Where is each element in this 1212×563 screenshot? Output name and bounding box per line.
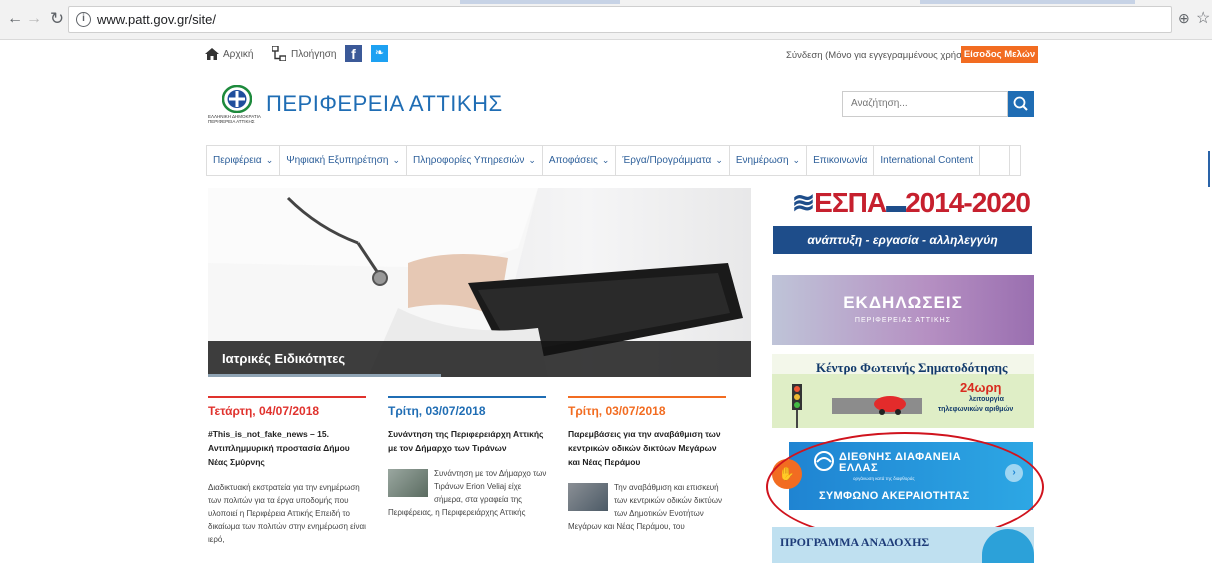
chevron-down-icon: ⌄ xyxy=(392,155,400,165)
news-accent-line xyxy=(568,396,726,398)
nav-item[interactable]: Επικοινωνία xyxy=(807,146,875,175)
chevron-down-icon: ⌄ xyxy=(528,155,536,165)
slider-progress xyxy=(208,374,442,377)
search-box[interactable] xyxy=(842,91,1008,117)
chevron-down-icon: ⌄ xyxy=(265,155,274,165)
nav-item-label: Επικοινωνία xyxy=(813,155,868,166)
info-icon[interactable]: i xyxy=(76,12,91,27)
web-page: Αρχική Πλοήγηση f ❧ Σύνδεση (Μόνο για εγ… xyxy=(0,41,1212,563)
news-date: Τρίτη, 03/07/2018 xyxy=(388,404,486,418)
news-excerpt: Την αναβάθμιση και επισκευή των κεντρικώ… xyxy=(568,481,728,533)
search-button[interactable] xyxy=(1008,91,1034,117)
events-subtitle: ΠΕΡΙΦΕΡΕΙΑΣ ΑΤΤΙΚΗΣ xyxy=(854,317,952,324)
chevron-down-icon: ⌄ xyxy=(601,155,610,165)
tab-strip-edge xyxy=(920,0,1135,4)
adoption-figure-icon xyxy=(982,529,1034,563)
nav-item[interactable]: Ψηφιακή Εξυπηρέτηση ⌄ xyxy=(280,146,407,175)
news-date: Τρίτη, 03/07/2018 xyxy=(568,404,666,418)
espa-years: 2014-2020 xyxy=(905,187,1031,218)
events-title: ΕΚΔΗΛΩΣΕΙΣ xyxy=(843,293,963,312)
lights-hours: 24ωρη xyxy=(960,380,1002,395)
slider-caption-bar: Ιατρικές Ειδικότητες xyxy=(208,341,751,377)
news-excerpt: Συνάντηση με τον Δήμαρχο των Τιράνων Eri… xyxy=(388,467,548,519)
bookmark-star-icon[interactable]: ☆ xyxy=(1196,8,1210,28)
slider-caption[interactable]: Ιατρικές Ειδικότητες xyxy=(222,351,345,366)
news-title[interactable]: #This_is_not_fake_news – 15. Αντιπλημμυρ… xyxy=(208,427,368,469)
news-title[interactable]: Συνάντηση της Περιφερειάρχη Αττικής με τ… xyxy=(388,427,548,455)
search-input[interactable] xyxy=(851,98,1001,109)
tab-strip-edge xyxy=(460,0,620,4)
espa-logo: ≋ΕΣΠΑ▬2014-2020 xyxy=(772,186,1034,219)
home-icon[interactable] xyxy=(205,48,219,60)
main-navigation: Περιφέρεια ⌄ Ψηφιακή Εξυπηρέτηση ⌄ Πληροφορί… xyxy=(206,145,1021,176)
news-thumbnail[interactable] xyxy=(388,469,428,497)
lights-subtitle: λειτουργία xyxy=(969,396,1004,403)
espa-title: ΕΣΠΑ xyxy=(814,187,887,218)
nav-item-label: Ενημέρωση xyxy=(735,155,789,166)
nav-item-label: Πληροφορίες Υπηρεσιών xyxy=(413,155,525,166)
logo-title: ΠΕΡΙΦΕΡΕΙΑ ΑΤΤΙΚΗΣ xyxy=(266,91,503,116)
news-title[interactable]: Παρεμβάσεις για την αναβάθμιση των κεντρ… xyxy=(568,427,728,469)
news-item: Τετάρτη, 04/07/2018 #This_is_not_fake_new… xyxy=(208,396,368,546)
news-item: Τρίτη, 03/07/2018 Παρεμβάσεις για την ανα… xyxy=(568,396,728,533)
traffic-lights-banner[interactable]: Κέντρο Φωτεινής Σηματοδότησης 24ωρη λειτ… xyxy=(772,354,1034,428)
espa-banner[interactable]: ≋ΕΣΠΑ▬2014-2020 ανάπτυξη - εργασία - αλλ… xyxy=(772,186,1034,258)
nav-item[interactable]: Πληροφορίες Υπηρεσιών ⌄ xyxy=(407,146,543,175)
chevron-down-icon: ⌄ xyxy=(715,155,723,165)
scroll-indicator[interactable] xyxy=(1208,151,1210,187)
espa-swoosh-icon: ≋ xyxy=(791,187,815,218)
news-thumbnail[interactable] xyxy=(568,483,608,511)
nav-item-label: Ψηφιακή Εξυπηρέτηση xyxy=(286,155,389,166)
highlight-annotation xyxy=(766,432,1044,542)
nav-item[interactable]: Περιφέρεια ⌄ xyxy=(207,146,281,175)
news-date: Τετάρτη, 04/07/2018 xyxy=(208,404,320,418)
facebook-icon[interactable]: f xyxy=(345,45,362,62)
nav-item[interactable]: Έργα/Προγράμματα ⌄ xyxy=(616,146,730,175)
greek-emblem-icon xyxy=(222,85,252,113)
nav-item[interactable]: Αποφάσεις ⌄ xyxy=(543,146,617,175)
lights-title: Κέντρο Φωτεινής Σηματοδότησης xyxy=(816,360,1008,375)
lights-subtitle: τηλεφωνικών αριθμών xyxy=(938,406,1014,413)
home-link[interactable]: Αρχική xyxy=(223,49,253,60)
login-link[interactable]: Σύνδεση (Μόνο για εγγεγραμμένους χρήστες… xyxy=(786,50,978,61)
nav-spacer xyxy=(980,146,1011,175)
nav-item[interactable]: Ενημέρωση ⌄ xyxy=(730,146,808,175)
news-excerpt: Διαδικτυακή εκστρατεία για την ενημέρωση… xyxy=(208,481,368,546)
espa-subtitle: ανάπτυξη - εργασία - αλληλεγγύη xyxy=(773,226,1032,254)
address-bar[interactable]: i www.patt.gov.gr/site/ xyxy=(68,6,1172,33)
adoption-title: ΠΡΟΓΡΑΜΜΑ ΑΝΑΔΟΧΗΣ xyxy=(780,535,930,549)
news-accent-line xyxy=(208,396,366,398)
nav-item-label: Περιφέρεια xyxy=(213,155,262,166)
chevron-down-icon: ⌄ xyxy=(792,155,801,165)
zoom-icon[interactable]: ⊕ xyxy=(1178,10,1190,27)
sitemap-icon[interactable] xyxy=(272,46,286,61)
nav-item[interactable]: International Content xyxy=(874,146,981,175)
site-logo[interactable]: ΕΛΛΗΝΙΚΗ ΔΗΜΟΚΡΑΤΙΑ ΠΕΡΙΦΕΡΕΙΑ ΑΤΤΙΚΗΣ Π… xyxy=(208,85,568,131)
browser-toolbar: ← → ↻ i www.patt.gov.gr/site/ ⊕ ☆ xyxy=(0,0,1212,40)
url-text[interactable]: www.patt.gov.gr/site/ xyxy=(97,12,216,27)
nav-item-label: International Content xyxy=(880,155,974,166)
twitter-icon[interactable]: ❧ xyxy=(371,45,388,62)
news-excerpt-text: Διαδικτυακή εκστρατεία για την ενημέρωση… xyxy=(208,483,366,544)
sitemap-link[interactable]: Πλοήγηση xyxy=(291,49,337,60)
events-banner[interactable]: ΕΚΔΗΛΩΣΕΙΣ ΠΕΡΙΦΕΡΕΙΑΣ ΑΤΤΙΚΗΣ xyxy=(772,275,1034,345)
top-utility-bar: Αρχική Πλοήγηση f ❧ Σύνδεση (Μόνο για εγ… xyxy=(205,41,1038,71)
adoption-banner[interactable]: ΠΡΟΓΡΑΜΜΑ ΑΝΑΔΟΧΗΣ xyxy=(772,527,1034,563)
logo-subtext-line: ΠΕΡΙΦΕΡΕΙΑ ΑΤΤΙΚΗΣ xyxy=(208,119,255,124)
hero-slider[interactable]: Ιατρικές Ειδικότητες xyxy=(208,188,751,377)
news-item: Τρίτη, 03/07/2018 Συνάντηση της Περιφερει… xyxy=(388,396,548,519)
reload-icon[interactable]: ↻ xyxy=(48,9,66,29)
members-login-button[interactable]: Είσοδος Μελών xyxy=(961,46,1038,63)
news-accent-line xyxy=(388,396,546,398)
forward-arrow-icon[interactable]: → xyxy=(25,9,43,29)
back-arrow-icon[interactable]: ← xyxy=(6,9,24,29)
eu-flag-icon: ▬ xyxy=(886,195,906,217)
nav-item-label: Έργα/Προγράμματα xyxy=(622,155,712,166)
nav-item-label: Αποφάσεις xyxy=(548,155,598,166)
search-icon xyxy=(1013,96,1028,111)
